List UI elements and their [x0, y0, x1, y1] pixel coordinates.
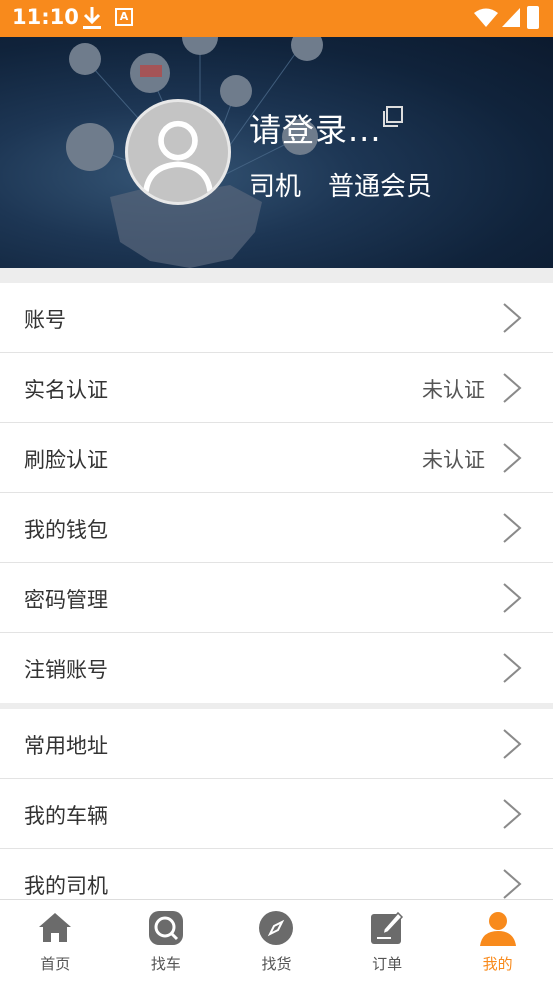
account-menu-group: 账号 实名认证 未认证 刷脸认证 未认证 我的钱包 密码管理 注销账号	[0, 283, 553, 703]
login-prompt[interactable]: 请登录...	[249, 105, 382, 151]
menu-item-account[interactable]: 账号	[0, 283, 553, 353]
menu-item-label: 实名认证	[24, 378, 108, 402]
chevron-right-icon	[503, 303, 522, 333]
menu-item-label: 密码管理	[24, 588, 108, 612]
avatar[interactable]	[125, 99, 231, 205]
chevron-right-icon	[503, 583, 522, 613]
logistics-menu-group: 常用地址 我的车辆 我的司机	[0, 709, 553, 899]
copy-icon[interactable]	[380, 105, 404, 129]
header-background-map	[66, 37, 323, 268]
chevron-right-icon	[503, 443, 522, 473]
wifi-icon	[474, 8, 498, 27]
signal-icon	[502, 8, 520, 27]
compass-icon	[259, 911, 294, 945]
menu-item-label: 我的钱包	[24, 518, 108, 542]
nav-label: 找货	[261, 955, 292, 973]
menu-item-wallet[interactable]: 我的钱包	[0, 493, 553, 563]
chevron-right-icon	[503, 653, 522, 683]
chevron-right-icon	[503, 513, 522, 543]
status-time: 11:10	[12, 5, 79, 29]
menu-item-label: 注销账号	[24, 658, 108, 682]
nav-label: 我的	[482, 955, 513, 973]
menu-item-face-auth[interactable]: 刷脸认证 未认证	[0, 423, 553, 493]
status-bar: 11:10 A	[0, 0, 553, 37]
chevron-right-icon	[503, 869, 522, 899]
menu-item-label: 常用地址	[24, 734, 108, 758]
auth-status: 未认证	[422, 448, 485, 472]
menu-item-delete-account[interactable]: 注销账号	[0, 633, 553, 703]
user-role: 司机	[249, 172, 302, 202]
home-icon	[39, 913, 72, 942]
menu-item-label: 账号	[24, 308, 66, 332]
bottom-nav: 首页 找车 找货 订单 我的	[0, 899, 553, 984]
battery-icon	[527, 6, 539, 29]
nav-label: 找车	[150, 955, 181, 973]
nav-tab-find-cargo[interactable]: 找货	[221, 900, 332, 984]
auth-status: 未认证	[422, 378, 485, 402]
nav-tab-home[interactable]: 首页	[0, 900, 111, 984]
avatar-placeholder-icon	[143, 120, 213, 193]
nav-label: 首页	[40, 955, 71, 973]
edit-icon	[371, 911, 404, 944]
download-icon	[83, 7, 101, 29]
nav-tab-find-vehicle[interactable]: 找车	[111, 900, 222, 984]
member-level: 普通会员	[328, 172, 433, 202]
menu-item-label: 我的司机	[24, 874, 108, 898]
menu-item-label: 我的车辆	[24, 804, 108, 828]
menu-item-addresses[interactable]: 常用地址	[0, 709, 553, 779]
profile-header: 请登录... 司机 普通会员	[0, 37, 553, 268]
nav-tab-orders[interactable]: 订单	[332, 900, 443, 984]
chevron-right-icon	[503, 729, 522, 759]
chevron-right-icon	[503, 373, 522, 403]
menu-item-password[interactable]: 密码管理	[0, 563, 553, 633]
chevron-right-icon	[503, 799, 522, 829]
nav-tab-mine[interactable]: 我的	[442, 900, 553, 984]
menu-item-real-name-auth[interactable]: 实名认证 未认证	[0, 353, 553, 423]
app-notification-icon: A	[115, 8, 133, 26]
menu-item-vehicles[interactable]: 我的车辆	[0, 779, 553, 849]
search-icon	[148, 911, 183, 945]
menu-item-drivers[interactable]: 我的司机	[0, 849, 553, 899]
menu-item-label: 刷脸认证	[24, 448, 108, 472]
nav-label: 订单	[372, 955, 403, 973]
user-icon	[479, 912, 516, 946]
